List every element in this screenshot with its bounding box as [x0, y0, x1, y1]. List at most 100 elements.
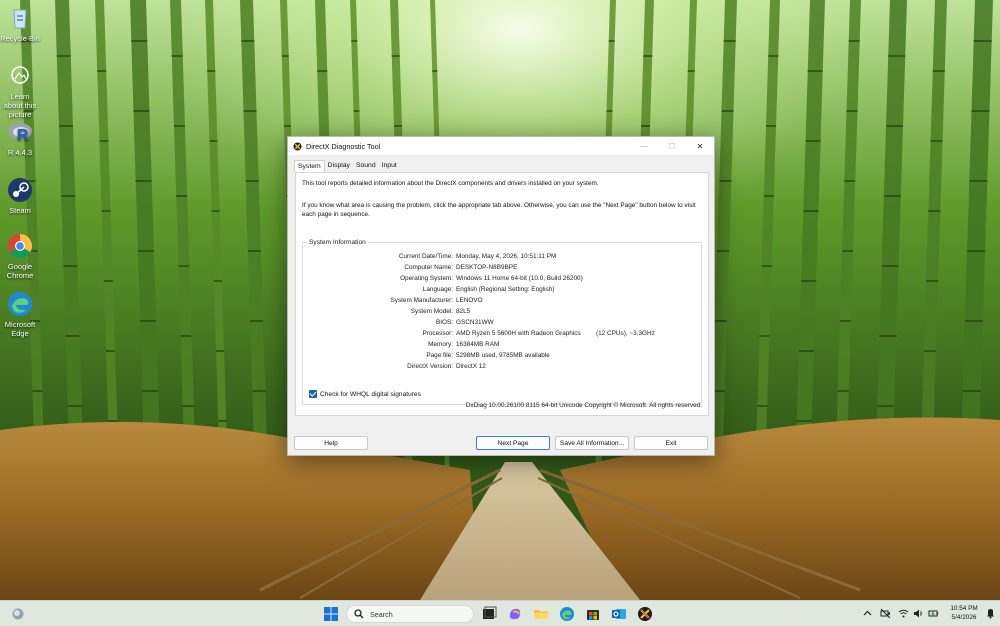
- info-label: DirectX Version:: [407, 363, 453, 370]
- desktop-icon-r[interactable]: R R 4.4.3: [0, 118, 40, 157]
- info-row-operating-system: Operating System: Windows 11 Home 64-bit…: [303, 275, 701, 286]
- checkbox-checked-icon[interactable]: [309, 390, 317, 398]
- desktop-icon-recycle-bin[interactable]: Recycle Bin: [0, 4, 40, 43]
- system-clock[interactable]: 10:54 PM 5/4/2026: [945, 605, 983, 622]
- desktop-icon-label: Learn about this picture: [3, 92, 37, 119]
- clock-time: 10:54 PM: [950, 605, 978, 612]
- info-label: Computer Name:: [404, 264, 453, 271]
- next-page-button[interactable]: Next Page: [476, 436, 550, 450]
- info-value: DESKTOP-N8B9BPE: [456, 264, 518, 271]
- info-row-processor: Processor: AMD Ryzen 5 5600H with Radeon…: [303, 330, 701, 341]
- info-row-computer-name: Computer Name: DESKTOP-N8B9BPE: [303, 264, 701, 275]
- info-value: 5298MB used, 9785MB available: [456, 352, 550, 359]
- desktop-icon-chrome[interactable]: Google Chrome: [0, 232, 40, 280]
- chrome-icon: [6, 232, 34, 260]
- minimize-button[interactable]: —: [630, 137, 658, 155]
- info-value: DirectX 12: [456, 363, 486, 370]
- tab-strip: System Display Sound Input: [294, 160, 400, 172]
- widgets-icon[interactable]: [10, 606, 26, 622]
- tab-display[interactable]: Display: [325, 160, 353, 172]
- battery-charging-icon[interactable]: [928, 608, 939, 619]
- outlook-icon[interactable]: [611, 606, 627, 622]
- info-label: BIOS:: [435, 319, 453, 326]
- svg-text:R: R: [17, 127, 29, 144]
- info-value: 82L5: [456, 308, 471, 315]
- notifications-icon[interactable]: [985, 608, 996, 619]
- info-value-extra: (12 CPUs), ~3.3GHz: [596, 330, 655, 337]
- info-row-date-time: Current Date/Time: Monday, May 4, 2026, …: [303, 253, 701, 264]
- directx-icon[interactable]: [637, 606, 653, 622]
- steam-icon: [6, 176, 34, 204]
- whql-label: Check for WHQL digital signatures: [320, 390, 421, 398]
- desktop-icon-label: Microsoft Edge: [4, 320, 36, 338]
- microsoft-store-icon[interactable]: [585, 606, 601, 622]
- info-label: System Model:: [410, 308, 453, 315]
- info-value: Windows 11 Home 64-bit (10.0, Build 2620…: [456, 275, 583, 282]
- info-value: Monday, May 4, 2026, 10:51:11 PM: [456, 253, 557, 260]
- info-row-page-file: Page file: 5298MB used, 9785MB available: [303, 352, 701, 363]
- intro-text: This tool reports detailed information a…: [302, 180, 599, 187]
- taskbar-search-box[interactable]: Search: [346, 605, 474, 623]
- info-row-language: Language: English (Regional Setting: Eng…: [303, 286, 701, 297]
- desktop-icon-label: R 4.4.3: [7, 148, 33, 157]
- desktop-icon-steam[interactable]: Steam: [0, 176, 40, 215]
- maximize-button[interactable]: ☐: [658, 137, 686, 155]
- whql-checkbox[interactable]: Check for WHQL digital signatures: [309, 390, 421, 398]
- desktop-icon-learn-about-picture[interactable]: Learn about this picture: [0, 62, 40, 119]
- desktop-icon-label: Google Chrome: [6, 262, 34, 280]
- search-placeholder: Search: [370, 609, 393, 619]
- title-bar[interactable]: DirectX Diagnostic Tool — ☐ ✕: [288, 137, 714, 155]
- info-label: Processor:: [422, 330, 453, 337]
- desktop-icon-edge[interactable]: Microsoft Edge: [0, 290, 40, 338]
- task-view-icon[interactable]: [481, 606, 497, 622]
- info-label: Current Date/Time:: [398, 253, 453, 260]
- help-button[interactable]: Help: [294, 436, 368, 450]
- info-row-memory: Memory: 16384MB RAM: [303, 341, 701, 352]
- tab-system[interactable]: System: [294, 160, 325, 172]
- clock-date: 5/4/2026: [951, 613, 977, 621]
- search-icon: [354, 609, 364, 619]
- version-copyright: DxDiag 10.00.26100.8115 64-bit Unicode C…: [465, 402, 702, 409]
- info-row-directx-version: DirectX Version: DirectX 12: [303, 363, 701, 374]
- directx-icon: [293, 141, 302, 151]
- info-row-model: System Model: 82L5: [303, 308, 701, 319]
- r-language-icon: R: [6, 118, 34, 146]
- file-explorer-icon[interactable]: [533, 606, 549, 622]
- info-label: System Manufacturer:: [390, 297, 453, 304]
- save-all-information-button[interactable]: Save All Information...: [555, 436, 629, 450]
- desktop-icon-label: Recycle Bin: [0, 34, 40, 43]
- info-value: English (Regional Setting: English): [456, 286, 555, 293]
- desktop-icon-label: Steam: [9, 206, 31, 215]
- start-icon[interactable]: [323, 606, 339, 622]
- copilot-icon[interactable]: [507, 606, 523, 622]
- system-information-group: System Information Current Date/Time: Mo…: [302, 239, 702, 405]
- exit-button[interactable]: Exit: [634, 436, 708, 450]
- directx-diagnostic-window: DirectX Diagnostic Tool — ☐ ✕ System Dis…: [287, 136, 715, 456]
- info-value: LENOVO: [456, 297, 483, 304]
- tab-input[interactable]: Input: [379, 160, 400, 172]
- wifi-icon[interactable]: [898, 608, 909, 619]
- taskbar: Search 10:54 PM 5/4/2026: [0, 600, 1000, 626]
- info-row-manufacturer: System Manufacturer: LENOVO: [303, 297, 701, 308]
- camera-off-icon[interactable]: [880, 608, 891, 619]
- info-label: Memory:: [428, 341, 453, 348]
- info-row-bios: BIOS: GSCN31WW: [303, 319, 701, 330]
- info-label: Page file:: [426, 352, 453, 359]
- window-title: DirectX Diagnostic Tool: [306, 141, 381, 151]
- chevron-up-icon[interactable]: [862, 608, 873, 619]
- group-title: System Information: [307, 239, 368, 246]
- close-button[interactable]: ✕: [686, 137, 714, 155]
- intro-instructions: If you know what area is causing the pro…: [302, 202, 696, 218]
- edge-icon[interactable]: [559, 606, 575, 622]
- volume-icon[interactable]: [913, 608, 924, 619]
- info-value: GSCN31WW: [456, 319, 494, 326]
- tab-sound[interactable]: Sound: [353, 160, 379, 172]
- learn-about-picture-icon: [6, 62, 34, 90]
- recycle-bin-icon: [6, 4, 34, 32]
- edge-icon: [6, 290, 34, 318]
- info-value: 16384MB RAM: [456, 341, 500, 348]
- system-tab-panel: This tool reports detailed information a…: [295, 172, 709, 416]
- info-value: AMD Ryzen 5 5600H with Radeon Graphics: [456, 330, 581, 337]
- info-label: Language:: [422, 286, 453, 293]
- info-label: Operating System:: [400, 275, 453, 282]
